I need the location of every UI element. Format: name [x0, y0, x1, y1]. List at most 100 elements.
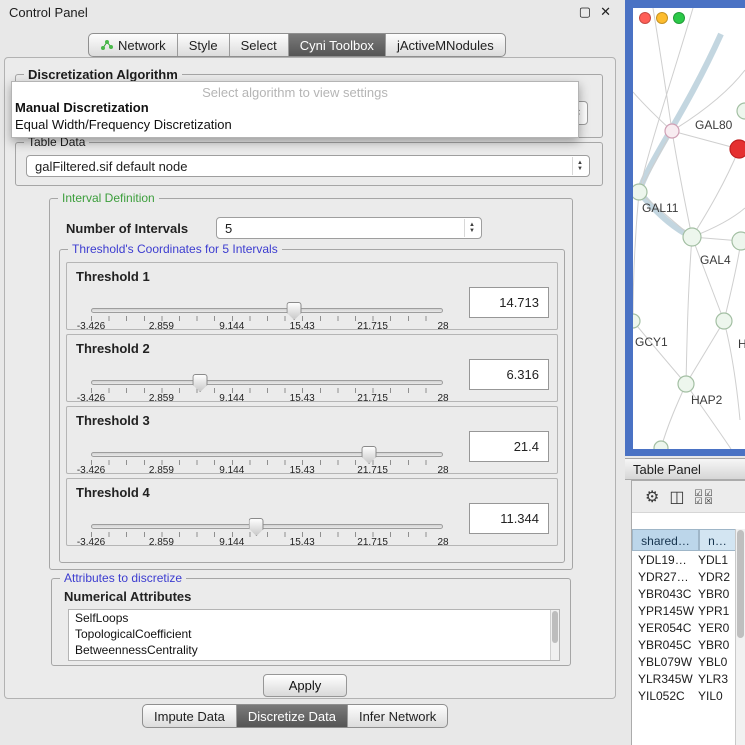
group-title: Discretization Algorithm	[24, 67, 182, 82]
cell-name: YLR3	[694, 671, 730, 688]
scale-label: 28	[437, 465, 448, 476]
table-row[interactable]: YBR045CYBR0	[632, 637, 735, 654]
scale-label: 9.144	[219, 393, 244, 404]
cell-name: YPR1	[694, 603, 730, 620]
table-panel-title: Table Panel	[633, 462, 701, 477]
table-row[interactable]: YLR345WYLR3	[632, 671, 735, 688]
mac-zoom-button[interactable]	[673, 12, 685, 24]
checkbox-cross-icon: ☒	[704, 497, 714, 505]
list-scrollbar[interactable]	[550, 610, 559, 660]
row-selection-icons[interactable]: ☑ ☑ ☑ ☒	[694, 489, 714, 505]
cell-shared-name: YLR345W	[632, 671, 694, 688]
node-table: ⚙ ◫ ☑ ☑ ☑ ☒ shared… n… YDL19…YDL1YDR27…Y…	[631, 480, 745, 745]
window-buttons: ▢ ✕	[579, 4, 611, 20]
tab-cyni-toolbox[interactable]: Cyni Toolbox	[289, 34, 386, 56]
table-data-group: Table Data galFiltered.sif default node …	[15, 142, 603, 186]
float-window-icon[interactable]: ▢	[579, 4, 591, 20]
table-row[interactable]: YIL052CYIL0	[632, 688, 735, 705]
node-label: GAL80	[695, 118, 732, 132]
tab-jactivemnodules[interactable]: jActiveMNodules	[386, 34, 505, 56]
node-label: GAL11	[642, 201, 678, 215]
table-row[interactable]: YDR27…YDR2	[632, 569, 735, 586]
tab-style[interactable]: Style	[178, 34, 230, 56]
cell-shared-name: YIL052C	[632, 688, 694, 705]
table-panel: Table Panel ⚙ ◫ ☑ ☑ ☑ ☒ shared… n… YDL19…	[625, 458, 745, 745]
checkbox-checked-icon: ☑	[694, 497, 704, 505]
threshold-value-field[interactable]: 21.4	[469, 431, 549, 462]
column-header-name[interactable]: n…	[699, 529, 736, 551]
tab-select[interactable]: Select	[230, 34, 289, 56]
list-scrollbar-thumb[interactable]	[552, 611, 558, 643]
scale-label: 2.859	[149, 393, 174, 404]
popup-option-manual-discretization[interactable]: Manual Discretization	[12, 99, 578, 116]
columns-icon[interactable]: ◫	[669, 487, 684, 507]
number-of-intervals-label: Number of Intervals	[66, 221, 188, 236]
cell-shared-name: YDL19…	[632, 552, 694, 569]
threshold-slider[interactable]: -3.4262.8599.14415.4321.71528	[91, 335, 443, 403]
table-row[interactable]: YBR043CYBR0	[632, 586, 735, 603]
close-window-icon[interactable]: ✕	[600, 4, 611, 20]
list-item[interactable]: BetweennessCentrality	[69, 642, 559, 658]
table-data-combo[interactable]: galFiltered.sif default node ▲ ▼	[26, 155, 590, 177]
tab-network[interactable]: Network	[89, 34, 178, 56]
mac-close-button[interactable]	[639, 12, 651, 24]
cell-name: YER0	[694, 620, 730, 637]
node-label: HAP2	[691, 393, 722, 407]
tab-infer-network[interactable]: Infer Network	[348, 705, 447, 727]
combo-stepper-icon: ▲ ▼	[464, 219, 479, 237]
gear-icon[interactable]: ⚙	[645, 487, 659, 507]
scale-label: 2.859	[149, 465, 174, 476]
algorithm-dropdown-popup: Select algorithm to view settings Manual…	[11, 81, 579, 138]
list-item[interactable]: SelfLoops	[69, 610, 559, 626]
cyni-toolbox-panel: Discretization Algorithm ▲ ▼ Select algo…	[4, 57, 616, 699]
table-row[interactable]: YDL19…YDL1	[632, 552, 735, 569]
table-panel-header: Table Panel	[625, 458, 745, 480]
table-row[interactable]: YBL079WYBL0	[632, 654, 735, 671]
stepper-up-icon: ▲	[577, 161, 583, 166]
threshold-slider[interactable]: -3.4262.8599.14415.4321.71528	[91, 407, 443, 475]
tab-label: Discretize Data	[248, 709, 336, 724]
tab-discretize-data[interactable]: Discretize Data	[237, 705, 348, 727]
stepper-up-icon: ▲	[469, 223, 475, 228]
group-title: Interval Definition	[58, 191, 159, 205]
mac-minimize-button[interactable]	[656, 12, 668, 24]
cell-shared-name: YPR145W	[632, 603, 694, 620]
threshold-value-field[interactable]: 11.344	[469, 503, 549, 534]
scale-label: 28	[437, 537, 448, 548]
network-labels: GAL80GAL11GAL4GCY1HAP2H	[633, 8, 745, 449]
list-item[interactable]: TopologicalCoefficient	[69, 626, 559, 642]
threshold-rows: Threshold 1 -3.4262.8599.14415.4321.7152…	[66, 262, 558, 550]
cell-shared-name: YBR045C	[632, 637, 694, 654]
numerical-attributes-list: SelfLoopsTopologicalCoefficientBetweenne…	[68, 609, 560, 661]
cell-name: YBL0	[694, 654, 730, 671]
table-scrollbar[interactable]	[735, 529, 745, 745]
slider-scale: -3.4262.8599.14415.4321.71528	[91, 335, 443, 403]
scale-label: 2.859	[149, 321, 174, 332]
number-of-intervals-combo[interactable]: 5 ▲ ▼	[216, 217, 482, 239]
scale-label: -3.426	[77, 321, 105, 332]
stepper-down-icon: ▼	[469, 229, 475, 234]
threshold-row: Threshold 4 -3.4262.8599.14415.4321.7152…	[66, 478, 558, 546]
interval-definition-group: Interval Definition Number of Intervals …	[49, 198, 573, 570]
column-header-shared-name[interactable]: shared…	[632, 529, 699, 551]
node-table-rows: YDL19…YDL1YDR27…YDR2YBR043CYBR0YPR145WYP…	[632, 552, 735, 745]
cell-shared-name: YDR27…	[632, 569, 694, 586]
table-row[interactable]: YER054CYER0	[632, 620, 735, 637]
threshold-value-field[interactable]: 6.316	[469, 359, 549, 390]
network-canvas[interactable]: GAL80GAL11GAL4GCY1HAP2H	[633, 8, 745, 449]
table-scrollbar-thumb[interactable]	[737, 530, 744, 638]
threshold-slider[interactable]: -3.4262.8599.14415.4321.71528	[91, 263, 443, 331]
panel-title: Control Panel	[9, 5, 88, 20]
slider-scale: -3.4262.8599.14415.4321.71528	[91, 407, 443, 475]
popup-option-equal-width[interactable]: Equal Width/Frequency Discretization	[12, 116, 578, 133]
threshold-value-field[interactable]: 14.713	[469, 287, 549, 318]
tab-label: Select	[241, 38, 277, 53]
group-title: Threshold's Coordinates for 5 Intervals	[68, 242, 282, 256]
table-row[interactable]: YPR145WYPR1	[632, 603, 735, 620]
threshold-slider[interactable]: -3.4262.8599.14415.4321.71528	[91, 479, 443, 547]
tab-impute-data[interactable]: Impute Data	[143, 705, 237, 727]
apply-button[interactable]: Apply	[263, 674, 347, 697]
cell-shared-name: YER054C	[632, 620, 694, 637]
network-tab-icon	[100, 39, 113, 51]
scale-label: 15.43	[290, 537, 315, 548]
